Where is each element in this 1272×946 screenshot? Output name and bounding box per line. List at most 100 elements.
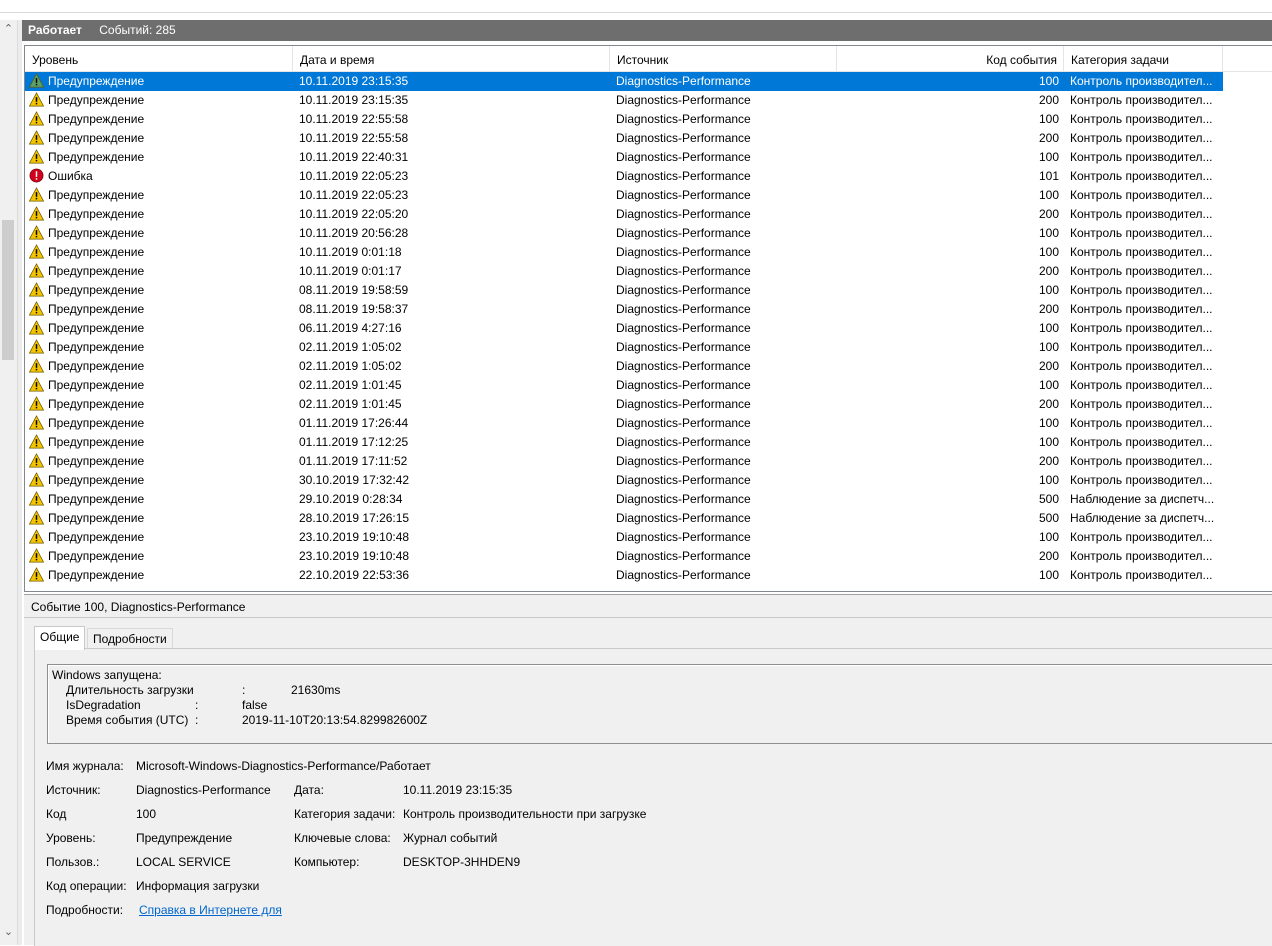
level-text: Предупреждение bbox=[48, 226, 145, 240]
cell-level: Предупреждение bbox=[29, 281, 291, 300]
cell-level: Предупреждение bbox=[29, 129, 291, 148]
warning-icon bbox=[29, 301, 45, 316]
cell-source: Diagnostics-Performance bbox=[616, 321, 751, 335]
cell-task-category: Контроль производител... bbox=[1070, 568, 1213, 582]
cell-source: Diagnostics-Performance bbox=[616, 549, 751, 563]
cell-event-code: 100 bbox=[1038, 530, 1059, 544]
column-header-event-code[interactable]: Код события bbox=[837, 46, 1064, 71]
source-value: Diagnostics-Performance bbox=[136, 783, 271, 797]
cell-task-category: Контроль производител... bbox=[1070, 435, 1213, 449]
cell-task-category: Контроль производител... bbox=[1070, 359, 1213, 373]
cell-date: 23.10.2019 19:10:48 bbox=[299, 549, 410, 563]
level-text: Предупреждение bbox=[48, 568, 145, 582]
warning-icon bbox=[29, 453, 45, 468]
table-row[interactable]: Предупреждение 10.11.2019 0:01:17 Diagnost… bbox=[25, 262, 1223, 281]
table-row[interactable]: Предупреждение 10.11.2019 23:15:35 Diagnos… bbox=[25, 72, 1223, 91]
tab-details[interactable]: Подробности bbox=[87, 628, 173, 649]
level-text: Предупреждение bbox=[48, 112, 145, 126]
warning-icon bbox=[29, 225, 45, 240]
cell-task-category: Контроль производител... bbox=[1070, 112, 1213, 126]
column-header-date[interactable]: Дата и время bbox=[293, 46, 610, 71]
chevron-down-icon[interactable]: ⌄ bbox=[0, 925, 17, 938]
events-table[interactable]: Уровень Дата и время Источник Код событи… bbox=[24, 45, 1272, 592]
warning-icon bbox=[29, 206, 45, 221]
event-description-box[interactable]: Windows запущена: Длительность загрузки … bbox=[47, 664, 1272, 744]
table-row[interactable]: Предупреждение 08.11.2019 19:58:59 Diagnos… bbox=[25, 281, 1223, 300]
cell-task-category: Контроль производител... bbox=[1070, 74, 1213, 88]
warning-icon bbox=[29, 263, 45, 278]
level-text: Предупреждение bbox=[48, 492, 145, 506]
column-header-level[interactable]: Уровень bbox=[25, 46, 293, 71]
level-text: Предупреждение bbox=[48, 378, 145, 392]
cell-level: Предупреждение bbox=[29, 357, 291, 376]
table-row[interactable]: Предупреждение 02.11.2019 1:05:02 Diagnost… bbox=[25, 338, 1223, 357]
cell-level: Предупреждение bbox=[29, 376, 291, 395]
cell-task-category: Контроль производител... bbox=[1070, 169, 1213, 183]
table-row[interactable]: Предупреждение 01.11.2019 17:26:44 Diagnos… bbox=[25, 414, 1223, 433]
table-row[interactable]: Предупреждение 02.11.2019 1:01:45 Diagnost… bbox=[25, 376, 1223, 395]
cell-level: Предупреждение bbox=[29, 110, 291, 129]
cell-event-code: 100 bbox=[1038, 568, 1059, 582]
table-row[interactable]: Предупреждение 28.10.2019 17:26:15 Diagnos… bbox=[25, 509, 1223, 528]
table-row[interactable]: Предупреждение 10.11.2019 22:05:23 Diagnos… bbox=[25, 186, 1223, 205]
cell-date: 01.11.2019 17:11:52 bbox=[299, 454, 408, 468]
cell-source: Diagnostics-Performance bbox=[616, 511, 751, 525]
top-strip bbox=[0, 0, 1272, 13]
cell-date: 10.11.2019 22:05:20 bbox=[299, 207, 409, 221]
cell-source: Diagnostics-Performance bbox=[616, 378, 751, 392]
left-scrollbar[interactable]: ⌃ ⌄ bbox=[0, 20, 18, 945]
table-row[interactable]: Предупреждение 10.11.2019 22:55:58 Diagnos… bbox=[25, 110, 1223, 129]
table-row[interactable]: Предупреждение 02.11.2019 1:01:45 Diagnost… bbox=[25, 395, 1223, 414]
details-panel: Общие Подробности Windows запущена: Длит… bbox=[24, 618, 1272, 946]
description-label: Длительность загрузки bbox=[66, 683, 194, 697]
cell-event-code: 200 bbox=[1038, 454, 1059, 468]
table-row[interactable]: Предупреждение 23.10.2019 19:10:48 Diagnos… bbox=[25, 547, 1223, 566]
table-row[interactable]: Предупреждение 01.11.2019 17:12:25 Diagnos… bbox=[25, 433, 1223, 452]
cell-source: Diagnostics-Performance bbox=[616, 245, 751, 259]
cell-task-category: Контроль производител... bbox=[1070, 397, 1213, 411]
cell-task-category: Контроль производител... bbox=[1070, 283, 1213, 297]
task-category-value: Контроль производительности при загрузке bbox=[403, 807, 647, 821]
column-header-source[interactable]: Источник bbox=[610, 46, 837, 71]
scrollbar-thumb[interactable] bbox=[2, 220, 14, 360]
cell-date: 02.11.2019 1:05:02 bbox=[299, 340, 402, 354]
table-row[interactable]: Предупреждение 06.11.2019 4:27:16 Diagnost… bbox=[25, 319, 1223, 338]
user-value: LOCAL SERVICE bbox=[136, 855, 231, 869]
table-row[interactable]: Предупреждение 22.10.2019 22:53:36 Diagnos… bbox=[25, 566, 1223, 585]
level-text: Предупреждение bbox=[48, 454, 145, 468]
description-value: 2019-11-10T20:13:54.829982600Z bbox=[242, 713, 428, 727]
table-row[interactable]: Предупреждение 29.10.2019 0:28:34 Diagnost… bbox=[25, 490, 1223, 509]
table-row[interactable]: Ошибка 10.11.2019 22:05:23 Diagnostics-Per… bbox=[25, 167, 1223, 186]
table-row[interactable]: Предупреждение 10.11.2019 20:56:28 Diagnos… bbox=[25, 224, 1223, 243]
table-row[interactable]: Предупреждение 02.11.2019 1:05:02 Diagnost… bbox=[25, 357, 1223, 376]
level-text: Предупреждение bbox=[48, 359, 145, 373]
cell-event-code: 100 bbox=[1038, 112, 1059, 126]
table-row[interactable]: Предупреждение 10.11.2019 22:40:31 Diagnos… bbox=[25, 148, 1223, 167]
table-row[interactable]: Предупреждение 10.11.2019 0:01:18 Diagnost… bbox=[25, 243, 1223, 262]
online-help-link[interactable]: Справка в Интернете для bbox=[139, 903, 282, 917]
cell-event-code: 200 bbox=[1038, 207, 1059, 221]
warning-icon bbox=[29, 434, 45, 449]
cell-event-code: 100 bbox=[1038, 416, 1059, 430]
cell-source: Diagnostics-Performance bbox=[616, 150, 751, 164]
cell-date: 02.11.2019 1:05:02 bbox=[299, 359, 402, 373]
table-row[interactable]: Предупреждение 10.11.2019 23:15:35 Diagnos… bbox=[25, 91, 1223, 110]
table-row[interactable]: Предупреждение 23.10.2019 19:10:48 Diagnos… bbox=[25, 528, 1223, 547]
log-status: Работает bbox=[28, 23, 82, 37]
cell-level: Предупреждение bbox=[29, 243, 291, 262]
table-row[interactable]: Предупреждение 10.11.2019 22:05:20 Diagnos… bbox=[25, 205, 1223, 224]
warning-icon bbox=[29, 510, 45, 525]
date-value: 10.11.2019 23:15:35 bbox=[403, 783, 513, 797]
tab-general[interactable]: Общие bbox=[34, 626, 86, 650]
cell-task-category: Контроль производител... bbox=[1070, 454, 1213, 468]
cell-source: Diagnostics-Performance bbox=[616, 93, 751, 107]
table-row[interactable]: Предупреждение 01.11.2019 17:11:52 Diagnos… bbox=[25, 452, 1223, 471]
cell-event-code: 101 bbox=[1038, 169, 1059, 183]
column-header-task-category[interactable]: Категория задачи bbox=[1064, 46, 1223, 71]
table-row[interactable]: Предупреждение 10.11.2019 22:55:58 Diagnos… bbox=[25, 129, 1223, 148]
cell-level: Предупреждение bbox=[29, 186, 291, 205]
table-row[interactable]: Предупреждение 30.10.2019 17:32:42 Diagnos… bbox=[25, 471, 1223, 490]
table-row[interactable]: Предупреждение 08.11.2019 19:58:37 Diagnos… bbox=[25, 300, 1223, 319]
cell-level: Предупреждение bbox=[29, 452, 291, 471]
chevron-up-icon[interactable]: ⌃ bbox=[0, 22, 17, 35]
